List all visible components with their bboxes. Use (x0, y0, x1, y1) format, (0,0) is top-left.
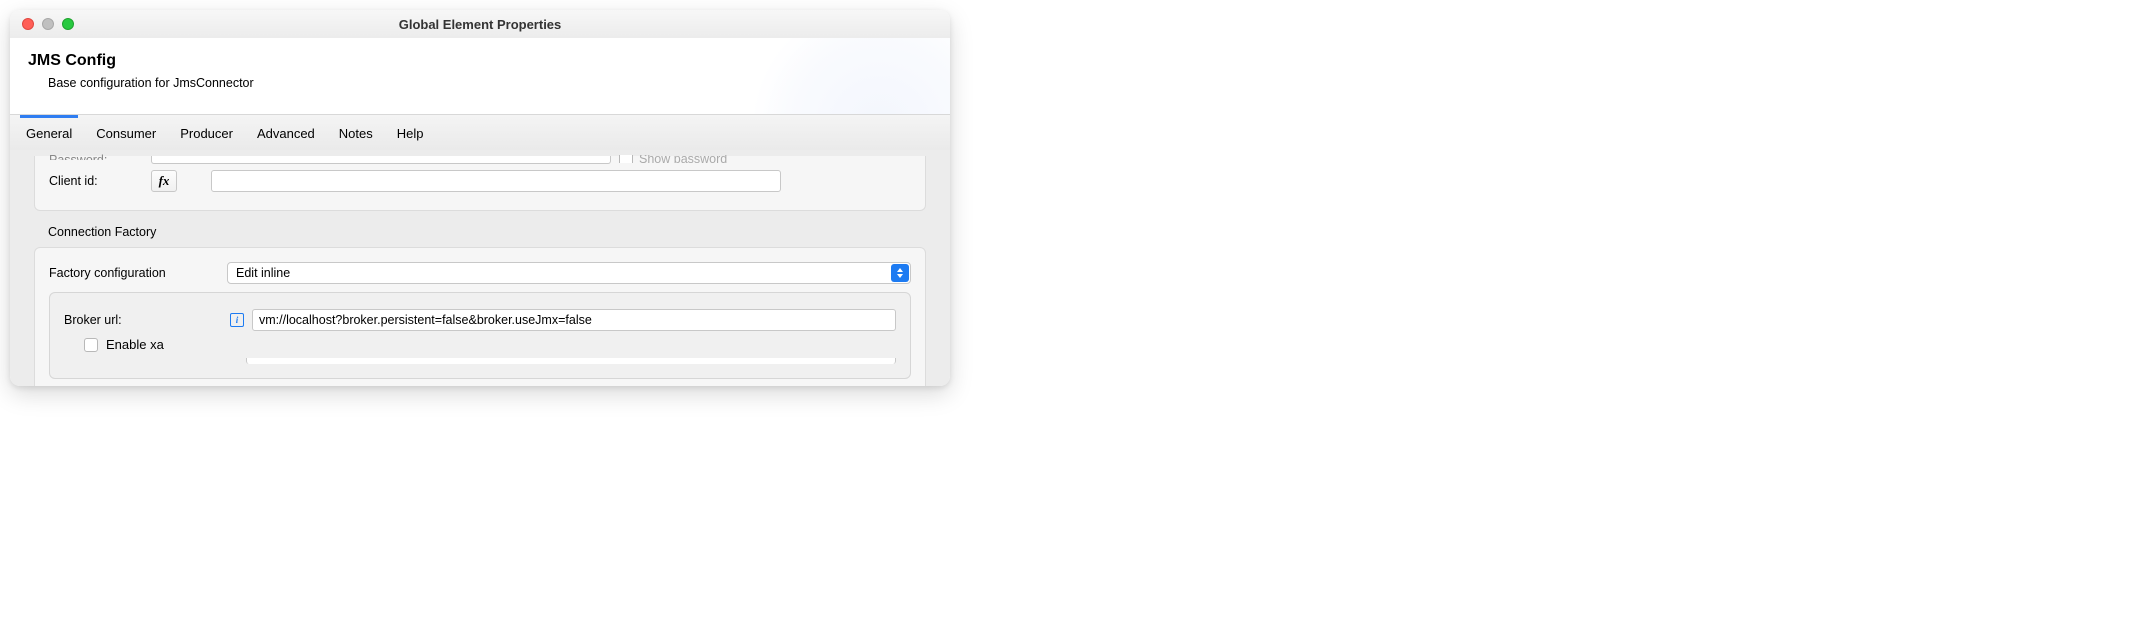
factory-config-select[interactable]: Edit inline (227, 262, 911, 284)
tab-notes[interactable]: Notes (333, 115, 379, 150)
info-icon[interactable]: i (230, 313, 244, 327)
broker-url-input[interactable] (252, 309, 896, 331)
tab-general[interactable]: General (20, 115, 78, 150)
partial-input[interactable] (246, 358, 896, 364)
tab-consumer[interactable]: Consumer (90, 115, 162, 150)
enable-xa-checkbox[interactable] (84, 338, 98, 352)
window-title: Global Element Properties (22, 17, 938, 32)
password-row-partial: Password: Show password (49, 156, 911, 164)
password-label: Password: (49, 150, 143, 160)
page-subtitle: Base configuration for JmsConnector (48, 76, 932, 90)
maximize-icon[interactable] (62, 18, 74, 30)
enable-xa-row: Enable xa (64, 337, 896, 352)
password-input[interactable] (151, 156, 611, 164)
broker-url-label: Broker url: (64, 313, 222, 327)
tab-help[interactable]: Help (391, 115, 430, 150)
show-password-label: Show password (639, 155, 727, 163)
show-password-row: Show password (619, 155, 727, 163)
enable-xa-label: Enable xa (106, 337, 164, 352)
header-section: JMS Config Base configuration for JmsCon… (10, 38, 950, 114)
factory-config-row: Factory configuration Edit inline (49, 262, 911, 284)
traffic-lights (22, 18, 74, 30)
show-password-checkbox[interactable] (619, 155, 633, 163)
client-id-row: Client id: fx (49, 170, 911, 192)
content-area: Password: Show password Client id: fx Co… (10, 150, 950, 386)
tab-advanced[interactable]: Advanced (251, 115, 321, 150)
connection-group: Password: Show password Client id: fx (34, 156, 926, 211)
connection-factory-group: Factory configuration Edit inline Broker… (34, 247, 926, 386)
broker-url-row: Broker url: i (64, 309, 896, 331)
tabbar: General Consumer Producer Advanced Notes… (10, 114, 950, 150)
factory-config-label: Factory configuration (49, 266, 219, 280)
tab-producer[interactable]: Producer (174, 115, 239, 150)
factory-config-select-wrap: Edit inline (227, 262, 911, 284)
client-id-label: Client id: (49, 174, 143, 188)
client-id-input[interactable] (211, 170, 781, 192)
fx-icon: fx (159, 173, 170, 189)
partial-next-row (64, 358, 896, 364)
page-title: JMS Config (28, 52, 932, 70)
fx-button[interactable]: fx (151, 170, 177, 192)
minimize-icon[interactable] (42, 18, 54, 30)
connection-factory-label: Connection Factory (48, 225, 926, 239)
titlebar: Global Element Properties (10, 10, 950, 38)
close-icon[interactable] (22, 18, 34, 30)
dialog-window: Global Element Properties JMS Config Bas… (10, 10, 950, 386)
factory-inner-group: Broker url: i Enable xa (49, 292, 911, 379)
